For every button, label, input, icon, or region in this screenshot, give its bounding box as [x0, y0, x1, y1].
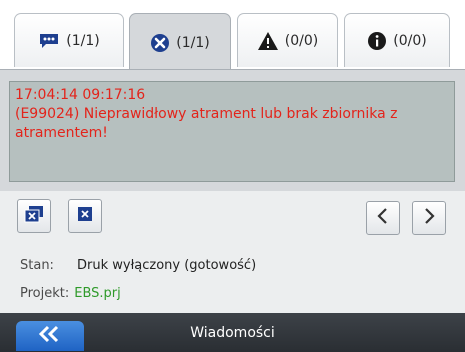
next-button[interactable]: [412, 201, 446, 235]
project-row: Projekt: EBS.prj: [20, 286, 121, 301]
chevron-left-icon: [376, 207, 390, 229]
message-box[interactable]: 17:04:14 09:17:16 (E99024) Nieprawidłowy…: [9, 81, 455, 182]
warning-icon: [257, 31, 279, 51]
message-tabs: (1/1) (1/1) (0/0) (0/0): [0, 0, 465, 71]
state-label: Stan:: [20, 258, 54, 273]
state-value: Druk wyłączony (gotowość): [77, 258, 257, 273]
tab-messages[interactable]: (1/1): [14, 13, 124, 67]
message-area: 17:04:14 09:17:16 (E99024) Nieprawidłowy…: [0, 70, 465, 191]
tab-errors[interactable]: (1/1): [129, 13, 231, 71]
footer-bar: Wiadomości: [0, 313, 465, 352]
double-chevron-left-icon: [37, 325, 63, 347]
tab-info-label: (0/0): [393, 32, 427, 49]
message-icon: [38, 33, 60, 49]
message-text: (E99024) Nieprawidłowy atrament lub brak…: [15, 106, 398, 141]
error-icon: [150, 33, 170, 53]
tab-warnings[interactable]: (0/0): [237, 13, 338, 67]
info-icon: [367, 31, 387, 51]
tab-messages-label: (1/1): [66, 32, 100, 49]
delete-icon: [76, 206, 94, 226]
state-row: Stan: Druk wyłączony (gotowość): [20, 258, 256, 273]
tab-errors-label: (1/1): [176, 34, 210, 51]
message-timestamp: 17:04:14 09:17:16: [15, 87, 146, 103]
tab-warnings-label: (0/0): [284, 32, 319, 49]
previous-button[interactable]: [366, 201, 400, 235]
project-value: EBS.prj: [74, 286, 121, 301]
delete-button[interactable]: [68, 199, 102, 233]
chevron-right-icon: [422, 207, 436, 229]
tab-info[interactable]: (0/0): [344, 13, 450, 67]
delete-all-icon: [24, 205, 44, 227]
delete-all-button[interactable]: [17, 199, 51, 233]
back-button[interactable]: [16, 321, 84, 351]
project-label: Projekt:: [20, 286, 70, 301]
